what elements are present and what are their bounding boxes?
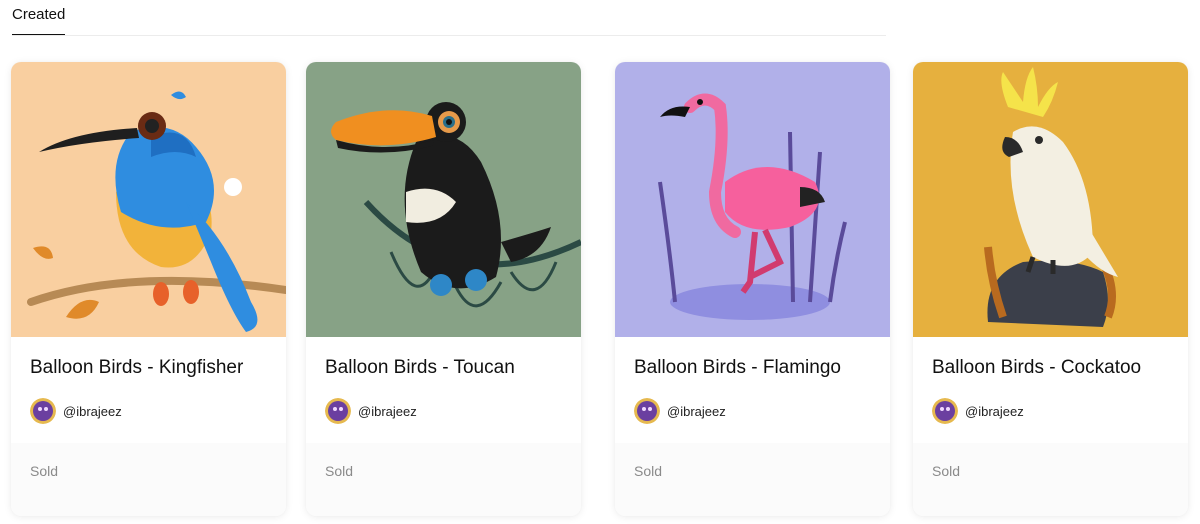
creator-link[interactable]: @ibrajeez (634, 397, 726, 425)
nft-title[interactable]: Balloon Birds - Toucan (325, 357, 515, 379)
cockatoo-illustration (913, 62, 1188, 337)
artwork-flamingo[interactable] (615, 62, 890, 337)
nft-card-flamingo: Balloon Birds - Flamingo @ibrajeez Sold (615, 62, 890, 516)
card-info: Balloon Birds - Cockatoo @ibrajeez (913, 337, 1188, 443)
artwork-kingfisher[interactable] (11, 62, 286, 337)
sale-status: Sold (634, 463, 663, 479)
nft-card-link[interactable]: Balloon Birds - Toucan @ibrajeez Sold (306, 62, 581, 516)
sale-status: Sold (932, 463, 961, 479)
artwork-cockatoo[interactable] (913, 62, 1188, 337)
card-footer: Sold (11, 443, 286, 516)
card-info: Balloon Birds - Flamingo @ibrajeez (615, 337, 890, 443)
creator-handle: @ibrajeez (667, 403, 726, 419)
flamingo-illustration (615, 62, 890, 337)
tab-bar: Created (12, 0, 886, 37)
tab-divider (12, 35, 886, 36)
creator-handle: @ibrajeez (358, 403, 417, 419)
creator-avatar (30, 398, 56, 424)
sale-status: Sold (30, 463, 59, 479)
toucan-illustration (306, 62, 581, 337)
kingfisher-illustration (11, 62, 286, 337)
creator-handle: @ibrajeez (63, 403, 122, 419)
creator-avatar (325, 398, 351, 424)
card-footer: Sold (306, 443, 581, 516)
nft-title[interactable]: Balloon Birds - Cockatoo (932, 357, 1141, 379)
nft-card-toucan: Balloon Birds - Toucan @ibrajeez Sold (306, 62, 581, 516)
nft-title[interactable]: Balloon Birds - Flamingo (634, 357, 841, 379)
card-info: Balloon Birds - Toucan @ibrajeez (306, 337, 581, 443)
card-footer: Sold (913, 443, 1188, 516)
nft-card-cockatoo: Balloon Birds - Cockatoo @ibrajeez Sold (913, 62, 1188, 516)
creator-link[interactable]: @ibrajeez (30, 397, 122, 425)
card-footer: Sold (615, 443, 890, 516)
tab-created[interactable]: Created (12, 6, 65, 33)
artwork-toucan[interactable] (306, 62, 581, 337)
creator-handle: @ibrajeez (965, 403, 1024, 419)
card-info: Balloon Birds - Kingfisher @ibrajeez (11, 337, 286, 443)
creator-link[interactable]: @ibrajeez (932, 397, 1024, 425)
nft-card-link[interactable]: Balloon Birds - Flamingo @ibrajeez Sold (615, 62, 890, 516)
nft-card-link[interactable]: Balloon Birds - Cockatoo @ibrajeez Sold (913, 62, 1188, 516)
nft-card-kingfisher: Balloon Birds - Kingfisher @ibrajeez Sol… (11, 62, 286, 516)
creator-link[interactable]: @ibrajeez (325, 397, 417, 425)
sale-status: Sold (325, 463, 354, 479)
nft-title[interactable]: Balloon Birds - Kingfisher (30, 357, 243, 379)
nft-card-link[interactable]: Balloon Birds - Kingfisher @ibrajeez Sol… (11, 62, 286, 516)
creator-avatar (634, 398, 660, 424)
creator-avatar (932, 398, 958, 424)
